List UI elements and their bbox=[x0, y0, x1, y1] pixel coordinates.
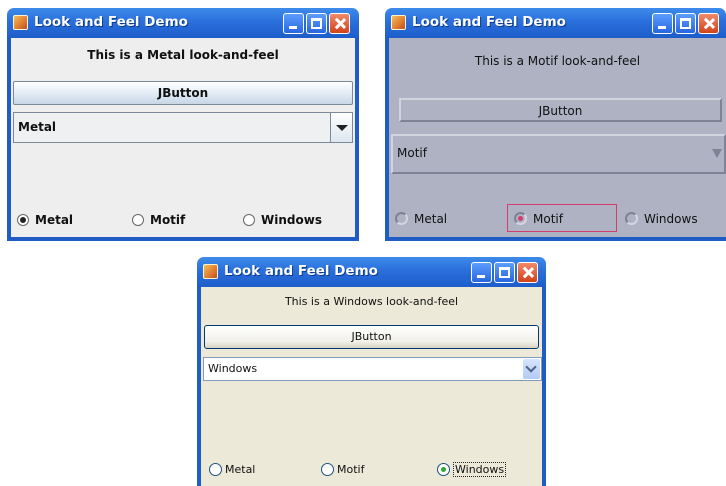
radio-label: Metal bbox=[225, 462, 256, 476]
close-icon bbox=[518, 263, 537, 282]
radio-unselected-icon bbox=[321, 462, 334, 476]
radio-selected-icon bbox=[17, 213, 29, 226]
radio-windows[interactable]: Windows bbox=[625, 211, 698, 226]
radio-label: Motif bbox=[150, 212, 186, 227]
radio-unselected-icon bbox=[243, 213, 255, 226]
radio-label: Windows bbox=[453, 462, 507, 477]
chevron-down-icon[interactable] bbox=[523, 359, 540, 379]
title-bar[interactable]: Look and Feel Demo bbox=[197, 257, 546, 287]
window-title: Look and Feel Demo bbox=[224, 263, 378, 279]
minimize-icon bbox=[289, 26, 297, 29]
motif-window: Look and Feel Demo This is a Motif look-… bbox=[385, 8, 726, 241]
radio-unselected-icon bbox=[132, 213, 144, 226]
radio-metal[interactable]: Metal bbox=[17, 212, 73, 227]
minimize-icon bbox=[477, 275, 485, 278]
radio-unselected-icon bbox=[395, 212, 408, 225]
content-pane: This is a Metal look-and-feel JButton Me… bbox=[7, 38, 359, 241]
radio-unselected-icon bbox=[209, 462, 222, 476]
look-and-feel-label: This is a Windows look-and-feel bbox=[284, 295, 459, 308]
radio-unselected-icon bbox=[625, 212, 638, 225]
window-title: Look and Feel Demo bbox=[34, 14, 188, 30]
radio-label: Motif bbox=[533, 211, 563, 226]
maximize-icon bbox=[311, 18, 322, 29]
radio-motif[interactable]: Motif bbox=[321, 462, 364, 476]
close-button[interactable] bbox=[517, 262, 538, 283]
windows-window: Look and Feel Demo This is a Windows loo… bbox=[197, 257, 546, 486]
jbutton[interactable]: JButton bbox=[399, 98, 722, 122]
jbutton[interactable]: JButton bbox=[13, 81, 353, 105]
combo-value: Motif bbox=[397, 146, 427, 160]
chevron-down-icon[interactable] bbox=[710, 144, 724, 164]
radio-label: Metal bbox=[35, 212, 74, 227]
minimize-button[interactable] bbox=[652, 13, 673, 34]
close-icon bbox=[330, 14, 349, 33]
radio-motif[interactable]: Motif bbox=[132, 212, 185, 227]
look-and-feel-combo[interactable]: Motif bbox=[391, 134, 726, 174]
radio-label: Windows bbox=[644, 211, 698, 226]
maximize-icon bbox=[499, 267, 510, 278]
close-button[interactable] bbox=[329, 13, 350, 34]
jbutton[interactable]: JButton bbox=[204, 325, 539, 349]
title-bar[interactable]: Look and Feel Demo bbox=[385, 8, 726, 38]
look-and-feel-label: This is a Metal look-and-feel bbox=[87, 48, 279, 62]
content-pane: This is a Windows look-and-feel JButton … bbox=[197, 287, 546, 486]
combo-value: Windows bbox=[208, 362, 258, 375]
chevron-down-icon[interactable] bbox=[330, 113, 352, 142]
maximize-button[interactable] bbox=[306, 13, 327, 34]
java-icon bbox=[13, 15, 28, 30]
radio-metal[interactable]: Metal bbox=[395, 211, 447, 226]
radio-selected-icon bbox=[514, 212, 527, 225]
minimize-button[interactable] bbox=[283, 13, 304, 34]
radio-label: Metal bbox=[414, 211, 448, 226]
java-icon bbox=[391, 15, 406, 30]
radio-motif[interactable]: Motif bbox=[507, 204, 617, 232]
close-button[interactable] bbox=[698, 13, 719, 34]
maximize-button[interactable] bbox=[675, 13, 696, 34]
radio-windows[interactable]: Windows bbox=[243, 212, 322, 227]
metal-window: Look and Feel Demo This is a Metal look-… bbox=[7, 8, 359, 241]
radio-label: Motif bbox=[337, 462, 365, 476]
minimize-button[interactable] bbox=[471, 262, 492, 283]
look-and-feel-label: This is a Motif look-and-feel bbox=[474, 54, 641, 68]
content-pane: This is a Motif look-and-feel JButton Mo… bbox=[385, 38, 726, 241]
window-title: Look and Feel Demo bbox=[412, 14, 566, 30]
radio-selected-icon bbox=[437, 463, 450, 476]
java-icon bbox=[203, 264, 218, 279]
radio-label: Windows bbox=[261, 212, 322, 227]
title-bar[interactable]: Look and Feel Demo bbox=[7, 8, 359, 38]
look-and-feel-combo[interactable]: Windows bbox=[203, 357, 542, 381]
minimize-icon bbox=[658, 26, 666, 29]
maximize-button[interactable] bbox=[494, 262, 515, 283]
radio-windows[interactable]: Windows bbox=[437, 462, 507, 477]
close-icon bbox=[699, 14, 718, 33]
look-and-feel-combo[interactable]: Metal bbox=[13, 112, 353, 143]
maximize-icon bbox=[680, 18, 691, 29]
combo-value: Metal bbox=[18, 120, 57, 134]
radio-metal[interactable]: Metal bbox=[209, 462, 255, 476]
